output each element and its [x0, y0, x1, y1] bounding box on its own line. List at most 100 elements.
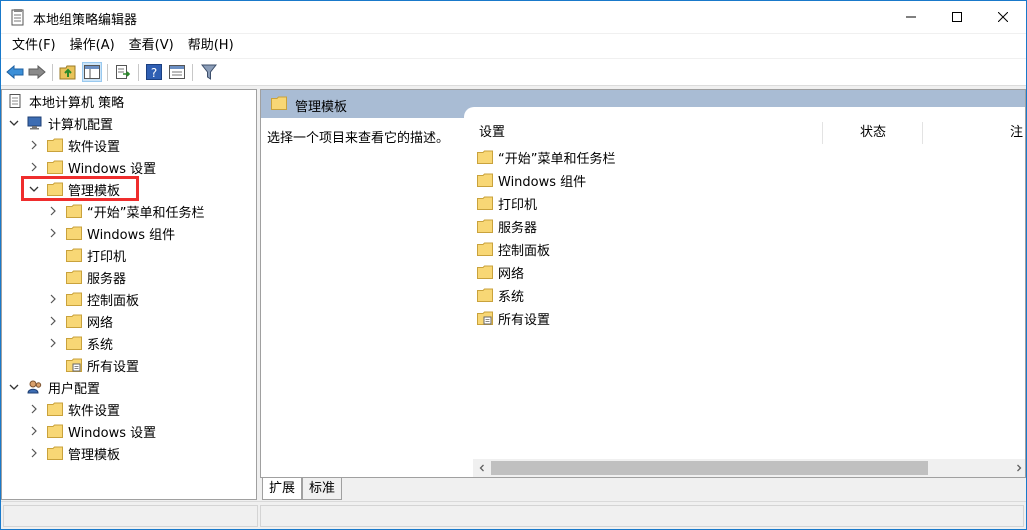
tree-item-printers[interactable]: 打印机 — [48, 244, 126, 266]
help-button[interactable]: ? — [144, 62, 164, 82]
filter-button[interactable] — [199, 62, 219, 82]
tree-item-windows-components[interactable]: Windows 组件 — [48, 222, 175, 244]
tree-item-control-panel[interactable]: 控制面板 — [48, 288, 139, 310]
properties-pane-button[interactable] — [167, 62, 187, 82]
column-divider[interactable] — [822, 122, 823, 144]
description-text: 选择一个项目来查看它的描述。 — [267, 131, 450, 146]
tree-item-computer-admin-templates[interactable]: 管理模板 — [29, 178, 120, 200]
tree-item-user-admin-templates[interactable]: 管理模板 — [29, 442, 120, 464]
chevron-down-icon[interactable] — [9, 382, 19, 392]
view-tabs: 扩展 标准 — [260, 478, 1026, 500]
chevron-right-icon[interactable] — [48, 228, 58, 238]
menu-bar: 文件(F) 操作(A) 查看(V) 帮助(H) — [1, 34, 1026, 58]
all-settings-icon — [66, 358, 82, 372]
list-item-server[interactable]: 服务器 — [477, 215, 537, 237]
list-item-network[interactable]: 网络 — [477, 261, 524, 283]
chevron-right-icon[interactable] — [48, 316, 58, 326]
show-hide-tree-icon — [84, 65, 100, 79]
folder-icon — [47, 138, 63, 152]
export-list-button[interactable] — [113, 62, 133, 82]
chevron-right-icon[interactable] — [48, 338, 58, 348]
column-header-comment[interactable]: 注 — [1010, 120, 1023, 146]
tree-item-network[interactable]: 网络 — [48, 310, 113, 332]
chevron-down-icon[interactable] — [9, 118, 19, 128]
show-hide-tree-button[interactable] — [82, 62, 102, 82]
chevron-right-icon[interactable] — [29, 404, 39, 414]
scroll-left-button[interactable] — [473, 459, 490, 477]
folder-icon — [477, 242, 493, 256]
tree-item-start-menu[interactable]: “开始”菜单和任务栏 — [48, 200, 204, 222]
tree-item-system[interactable]: 系统 — [48, 332, 113, 354]
horizontal-scrollbar[interactable] — [473, 459, 1025, 477]
tree-item-all-settings[interactable]: 所有设置 — [48, 354, 139, 376]
chevron-right-icon[interactable] — [48, 294, 58, 304]
list-item-label: 系统 — [498, 289, 525, 305]
folder-icon — [477, 173, 493, 187]
tree-item-user-software[interactable]: 软件设置 — [29, 398, 120, 420]
tree-label: Windows 设置 — [68, 425, 157, 441]
title-bar[interactable]: 本地组策略编辑器 — [1, 1, 1026, 33]
help-icon: ? — [146, 64, 162, 80]
toolbar-separator — [192, 64, 193, 81]
list-item-control-panel[interactable]: 控制面板 — [477, 238, 550, 260]
close-icon — [998, 12, 1008, 22]
tree-item-user-config[interactable]: 用户配置 — [9, 376, 100, 398]
folder-icon — [477, 288, 493, 302]
tree-label: 本地计算机 策略 — [29, 95, 125, 111]
menu-action[interactable]: 操作(A) — [63, 35, 122, 57]
minimize-button[interactable] — [888, 1, 934, 33]
policy-document-icon — [9, 94, 21, 108]
forward-icon — [28, 65, 46, 79]
close-button[interactable] — [980, 1, 1026, 33]
chevron-down-icon[interactable] — [29, 184, 39, 194]
list-item-printers[interactable]: 打印机 — [477, 192, 537, 214]
computer-icon — [27, 116, 42, 130]
tree-root[interactable]: 本地计算机 策略 — [8, 90, 124, 112]
toolbar-separator — [138, 64, 139, 81]
menu-file[interactable]: 文件(F) — [5, 35, 63, 57]
menu-help[interactable]: 帮助(H) — [181, 35, 241, 57]
column-divider[interactable] — [922, 122, 923, 144]
header-tab-shape — [464, 107, 1025, 121]
up-folder-icon — [59, 65, 76, 80]
tree-label: 管理模板 — [68, 183, 121, 199]
chevron-right-icon[interactable] — [29, 162, 39, 172]
tree-item-computer-windows[interactable]: Windows 设置 — [29, 156, 156, 178]
chevron-right-icon[interactable] — [48, 206, 58, 216]
folder-icon — [47, 160, 63, 174]
tree-item-user-windows[interactable]: Windows 设置 — [29, 420, 156, 442]
list-item-all-settings[interactable]: 所有设置 — [477, 307, 550, 329]
folder-icon — [47, 446, 63, 460]
filter-icon — [201, 64, 217, 80]
forward-button[interactable] — [27, 62, 47, 82]
tab-extended[interactable]: 扩展 — [262, 478, 303, 500]
settings-list[interactable]: 设置 状态 注 “开始”菜单和任务栏 Windows 组件 打印机 服务器 控制… — [473, 120, 1025, 459]
folder-icon — [477, 265, 493, 279]
tree-pane[interactable]: 本地计算机 策略 计算机配置 软件设置 Windows 设置 管理模板 “开始”… — [1, 89, 257, 500]
tree-item-computer-software[interactable]: 软件设置 — [29, 134, 120, 156]
tree-label: 服务器 — [87, 271, 127, 287]
tree-item-server[interactable]: 服务器 — [48, 266, 126, 288]
export-list-icon — [116, 65, 131, 79]
scroll-right-button[interactable] — [1010, 459, 1025, 477]
list-item-system[interactable]: 系统 — [477, 284, 524, 306]
column-header-setting[interactable]: 设置 — [479, 120, 505, 146]
chevron-right-icon[interactable] — [29, 426, 39, 436]
tree-label: 管理模板 — [68, 447, 121, 463]
menu-view[interactable]: 查看(V) — [122, 35, 181, 57]
up-folder-button[interactable] — [58, 62, 78, 82]
folder-icon — [47, 402, 63, 416]
chevron-right-icon[interactable] — [29, 448, 39, 458]
list-item-windows-components[interactable]: Windows 组件 — [477, 169, 586, 191]
scrollbar-thumb[interactable] — [491, 461, 928, 475]
back-button[interactable] — [5, 62, 25, 82]
status-cell — [3, 505, 258, 527]
maximize-button[interactable] — [934, 1, 980, 33]
list-item-start-menu[interactable]: “开始”菜单和任务栏 — [477, 146, 615, 168]
chevron-right-icon[interactable] — [29, 140, 39, 150]
tree-item-computer-config[interactable]: 计算机配置 — [9, 112, 113, 134]
status-cell — [260, 505, 1024, 527]
status-bar — [1, 501, 1026, 529]
column-header-state[interactable]: 状态 — [860, 120, 886, 146]
tab-standard[interactable]: 标准 — [302, 478, 343, 500]
